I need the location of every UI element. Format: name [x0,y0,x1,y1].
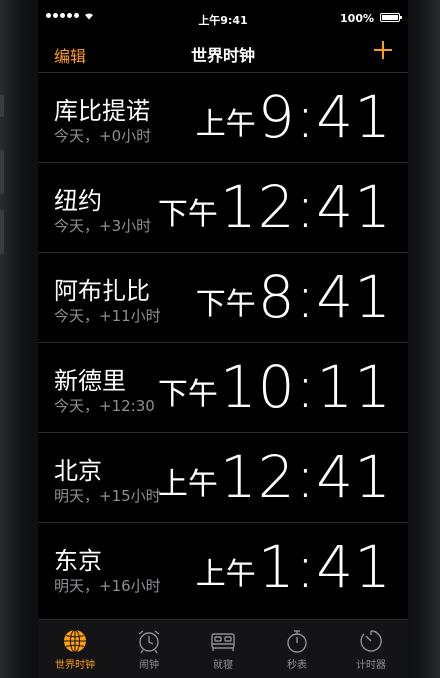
battery-percentage: 100% [340,12,374,25]
tab-label: 世界时钟 [55,660,95,671]
screen: 上午9:41 100% 编辑 世界时钟 库比提诺 今天，+0小时 上午 9:41 [38,0,408,678]
time-offset: 明天，+16小时 [54,577,161,595]
clock-row-cupertino[interactable]: 库比提诺 今天，+0小时 上午 9:41 [38,72,408,162]
tab-alarm[interactable]: 闹钟 [112,620,186,678]
clock-display: 上午 12:41 [158,445,392,509]
clock-time: 9:41 [257,83,392,151]
clock-time: 12:41 [219,173,392,241]
clock-display: 下午 8:41 [196,265,392,329]
clock-time: 12:41 [219,443,392,511]
tab-bedtime[interactable]: 就寝 [186,620,260,678]
am-pm-label: 上午 [157,467,218,502]
am-pm-label: 上午 [195,557,256,592]
time-offset: 今天，+3小时 [54,217,152,235]
city-name: 新德里 [54,367,126,395]
tab-label: 闹钟 [139,660,159,671]
tab-label: 秒表 [287,660,307,671]
clock-row-tokyo[interactable]: 东京 明天，+16小时 上午 1:41 [38,522,408,612]
battery-icon [380,13,402,22]
stopwatch-icon [287,630,307,653]
phone-frame: 上午9:41 100% 编辑 世界时钟 库比提诺 今天，+0小时 上午 9:41 [0,0,440,678]
city-name: 阿布扎比 [54,277,150,305]
am-pm-label: 下午 [157,377,218,412]
volume-up-button [0,150,4,194]
city-name: 纽约 [54,187,102,215]
clock-row-new-york[interactable]: 纽约 今天，+3小时 下午 12:41 [38,162,408,252]
plus-icon[interactable] [372,38,394,62]
city-name: 库比提诺 [54,97,150,125]
clock-display: 上午 9:41 [196,85,392,149]
time-offset: 今天，+0小时 [54,127,152,145]
city-name: 东京 [54,547,102,575]
globe-icon [64,629,86,653]
world-clock-list: 库比提诺 今天，+0小时 上午 9:41 纽约 今天，+3小时 下午 12:41… [38,72,408,612]
tab-stopwatch[interactable]: 秒表 [260,620,334,678]
tab-world-clock[interactable]: 世界时钟 [38,620,112,678]
am-pm-label: 下午 [195,287,256,322]
clock-row-abu-dhabi[interactable]: 阿布扎比 今天，+11小时 下午 8:41 [38,252,408,342]
tab-label: 计时器 [356,660,386,671]
bed-icon [211,633,235,651]
mute-switch [0,95,4,117]
time-offset: 今天，+11小时 [54,307,161,325]
clock-time: 1:41 [257,533,392,601]
am-pm-label: 下午 [157,197,218,232]
clock-time: 8:41 [257,263,392,331]
clock-display: 上午 1:41 [196,535,392,599]
tab-bar: 世界时钟 闹钟 就寝 秒表 计时器 [38,619,408,678]
volume-down-button [0,210,4,254]
tab-label: 就寝 [213,660,233,671]
alarm-clock-icon [138,630,160,654]
time-offset: 今天，+12:30 [54,397,155,415]
clock-row-new-delhi[interactable]: 新德里 今天，+12:30 下午 10:11 [38,342,408,432]
page-title: 世界时钟 [190,46,255,65]
am-pm-label: 上午 [195,107,256,142]
time-offset: 明天，+15小时 [54,487,161,505]
navigation-bar: 编辑 世界时钟 [38,38,408,72]
clock-display: 下午 10:11 [158,355,392,419]
clock-row-beijing[interactable]: 北京 明天，+15小时 上午 12:41 [38,432,408,522]
clock-display: 下午 12:41 [158,175,392,239]
city-name: 北京 [54,457,102,485]
tab-timer[interactable]: 计时器 [334,620,408,678]
clock-time: 10:11 [219,353,392,421]
timer-icon [360,630,382,652]
status-bar: 上午9:41 100% [38,0,408,38]
